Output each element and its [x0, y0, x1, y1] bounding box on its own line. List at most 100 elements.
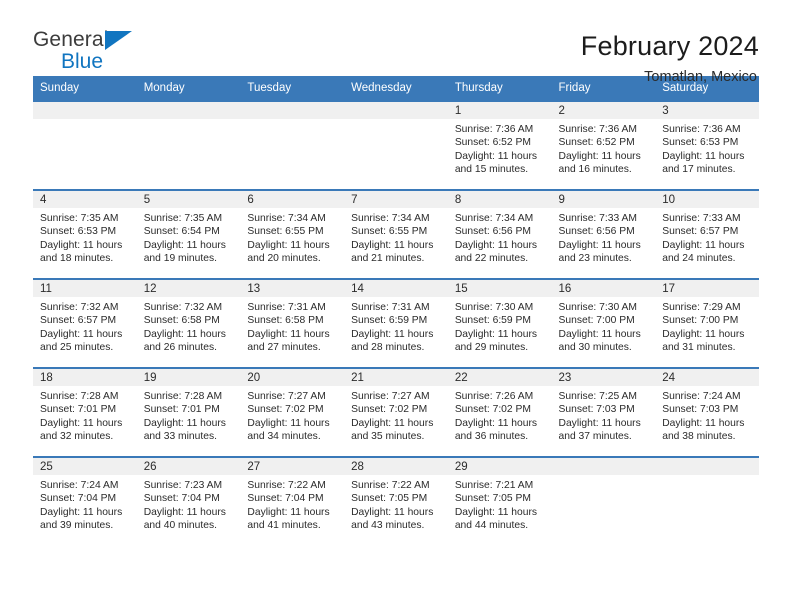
- daylight-duration-line2: and 24 minutes.: [662, 253, 736, 265]
- day-details: Sunrise: 7:31 AM Sunset: 6:58 PM Daylight:…: [240, 297, 344, 355]
- calendar-cell-empty: [240, 100, 345, 190]
- calendar-day-cell[interactable]: 5 Sunrise: 7:35 AM Sunset: 6:54 PM Daylight…: [136, 189, 241, 279]
- calendar-week-row: 4 Sunrise: 7:35 AM Sunset: 6:53 PM Daylight…: [33, 189, 759, 279]
- calendar-day-cell[interactable]: 10 Sunrise: 7:33 AM Sunset: 6:57 PM Dayligh…: [655, 189, 759, 279]
- day-number: 22: [447, 369, 552, 386]
- calendar-day-cell[interactable]: 1 Sunrise: 7:36 AM Sunset: 6:52 PM Daylight…: [447, 100, 552, 190]
- day-details: Sunrise: 7:24 AM Sunset: 7:03 PM Daylight:…: [655, 386, 759, 444]
- daylight-duration-line2: and 41 minutes.: [247, 520, 321, 532]
- daylight-duration-line2: and 40 minutes.: [143, 520, 217, 532]
- day-number: 5: [136, 191, 241, 208]
- daylight-duration-line2: and 18 minutes.: [40, 253, 114, 265]
- calendar-day-cell[interactable]: 9 Sunrise: 7:33 AM Sunset: 6:56 PM Daylight…: [551, 189, 656, 279]
- daylight-duration-line1: Daylight: 11 hours: [351, 328, 434, 340]
- calendar-day-cell[interactable]: 23 Sunrise: 7:25 AM Sunset: 7:03 PM Dayligh…: [551, 367, 656, 457]
- day-details: Sunrise: 7:35 AM Sunset: 6:53 PM Daylight:…: [33, 208, 137, 266]
- logo-text-general: General: [33, 28, 109, 51]
- day-details: Sunrise: 7:34 AM Sunset: 6:55 PM Daylight:…: [240, 208, 344, 266]
- sunset-time: Sunset: 7:04 PM: [40, 493, 117, 505]
- sunrise-time: Sunrise: 7:36 AM: [662, 124, 741, 135]
- calendar-body: 1 Sunrise: 7:36 AM Sunset: 6:52 PM Daylight…: [33, 100, 759, 546]
- day-number: 13: [240, 280, 345, 297]
- day-details: Sunrise: 7:35 AM Sunset: 6:54 PM Daylight:…: [137, 208, 241, 266]
- daylight-duration-line1: Daylight: 11 hours: [351, 239, 434, 251]
- daylight-duration-line2: and 22 minutes.: [454, 253, 529, 265]
- general-blue-logo[interactable]: General Blue: [33, 28, 153, 76]
- calendar-day-cell[interactable]: 19 Sunrise: 7:28 AM Sunset: 7:01 PM Dayligh…: [136, 367, 241, 457]
- calendar-day-cell[interactable]: 11 Sunrise: 7:32 AM Sunset: 6:57 PM Dayligh…: [33, 278, 137, 368]
- calendar-day-cell[interactable]: 24 Sunrise: 7:24 AM Sunset: 7:03 PM Dayligh…: [655, 367, 759, 457]
- daylight-duration-line1: Daylight: 11 hours: [247, 328, 330, 340]
- day-number: 17: [655, 280, 759, 297]
- calendar-day-cell[interactable]: 6 Sunrise: 7:34 AM Sunset: 6:55 PM Daylight…: [240, 189, 345, 279]
- calendar-day-cell[interactable]: 13 Sunrise: 7:31 AM Sunset: 6:58 PM Dayligh…: [240, 278, 345, 368]
- calendar-day-cell[interactable]: 21 Sunrise: 7:27 AM Sunset: 7:02 PM Dayligh…: [344, 367, 448, 457]
- daylight-duration-line1: Daylight: 11 hours: [454, 417, 538, 429]
- calendar-day-cell[interactable]: 7 Sunrise: 7:34 AM Sunset: 6:55 PM Daylight…: [344, 189, 448, 279]
- sunrise-time: Sunrise: 7:34 AM: [247, 213, 326, 224]
- sunset-time: Sunset: 7:01 PM: [143, 404, 220, 416]
- sunset-time: Sunset: 6:58 PM: [247, 315, 324, 327]
- day-number: 23: [551, 369, 656, 386]
- calendar-day-cell[interactable]: 25 Sunrise: 7:24 AM Sunset: 7:04 PM Dayligh…: [33, 456, 137, 546]
- sunrise-time: Sunrise: 7:31 AM: [247, 302, 326, 313]
- sunrise-time: Sunrise: 7:21 AM: [454, 480, 534, 491]
- sunrise-time: Sunrise: 7:36 AM: [558, 124, 637, 135]
- calendar-day-cell[interactable]: 14 Sunrise: 7:31 AM Sunset: 6:59 PM Dayligh…: [344, 278, 448, 368]
- daylight-duration-line2: and 32 minutes.: [40, 431, 114, 443]
- logo-triangle-icon: [105, 31, 132, 50]
- calendar-day-cell[interactable]: 4 Sunrise: 7:35 AM Sunset: 6:53 PM Daylight…: [33, 189, 137, 279]
- sunrise-time: Sunrise: 7:33 AM: [662, 213, 741, 224]
- day-details: Sunrise: 7:27 AM Sunset: 7:02 PM Daylight:…: [240, 386, 344, 444]
- daylight-duration-line1: Daylight: 11 hours: [454, 239, 538, 251]
- day-details: Sunrise: 7:36 AM Sunset: 6:52 PM Daylight:…: [552, 119, 656, 177]
- calendar-day-cell[interactable]: 8 Sunrise: 7:34 AM Sunset: 6:56 PM Daylight…: [447, 189, 552, 279]
- calendar-day-cell[interactable]: 17 Sunrise: 7:29 AM Sunset: 7:00 PM Dayligh…: [655, 278, 759, 368]
- daylight-duration-line2: and 37 minutes.: [558, 431, 632, 443]
- calendar-day-cell[interactable]: 29 Sunrise: 7:21 AM Sunset: 7:05 PM Dayligh…: [447, 456, 552, 546]
- calendar-week-row: 18 Sunrise: 7:28 AM Sunset: 7:01 PM Dayligh…: [33, 367, 759, 457]
- sunrise-time: Sunrise: 7:29 AM: [662, 302, 741, 313]
- calendar-day-cell[interactable]: 18 Sunrise: 7:28 AM Sunset: 7:01 PM Dayligh…: [33, 367, 137, 457]
- sunset-time: Sunset: 6:54 PM: [143, 226, 220, 238]
- weekday-header-sunday: Sunday: [33, 76, 137, 101]
- sunrise-time: Sunrise: 7:27 AM: [351, 391, 430, 402]
- page-title: February 2024: [580, 31, 759, 61]
- daylight-duration-line2: and 43 minutes.: [351, 520, 425, 532]
- day-details: Sunrise: 7:28 AM Sunset: 7:01 PM Daylight:…: [33, 386, 137, 444]
- daylight-duration-line2: and 39 minutes.: [40, 520, 114, 532]
- sunrise-time: Sunrise: 7:22 AM: [247, 480, 326, 491]
- sunset-time: Sunset: 6:56 PM: [558, 226, 635, 238]
- daylight-duration-line1: Daylight: 11 hours: [143, 506, 226, 518]
- calendar-day-cell[interactable]: 26 Sunrise: 7:23 AM Sunset: 7:04 PM Dayligh…: [136, 456, 241, 546]
- sunset-time: Sunset: 6:59 PM: [454, 315, 531, 327]
- day-number: 6: [240, 191, 345, 208]
- calendar-day-cell[interactable]: 28 Sunrise: 7:22 AM Sunset: 7:05 PM Dayligh…: [344, 456, 448, 546]
- day-details: Sunrise: 7:29 AM Sunset: 7:00 PM Daylight:…: [655, 297, 759, 355]
- sunrise-time: Sunrise: 7:33 AM: [558, 213, 637, 224]
- weekday-header-tuesday: Tuesday: [240, 76, 345, 101]
- daylight-duration-line1: Daylight: 11 hours: [40, 506, 123, 518]
- calendar-day-cell[interactable]: 20 Sunrise: 7:27 AM Sunset: 7:02 PM Dayligh…: [240, 367, 345, 457]
- calendar-day-cell[interactable]: 15 Sunrise: 7:30 AM Sunset: 6:59 PM Dayligh…: [447, 278, 552, 368]
- sunrise-time: Sunrise: 7:34 AM: [454, 213, 534, 224]
- sunset-time: Sunset: 6:53 PM: [662, 137, 739, 149]
- calendar-day-cell[interactable]: 27 Sunrise: 7:22 AM Sunset: 7:04 PM Dayligh…: [240, 456, 345, 546]
- daylight-duration-line1: Daylight: 11 hours: [558, 417, 641, 429]
- calendar-day-cell[interactable]: 16 Sunrise: 7:30 AM Sunset: 7:00 PM Dayligh…: [551, 278, 656, 368]
- day-details: Sunrise: 7:34 AM Sunset: 6:55 PM Daylight:…: [344, 208, 448, 266]
- day-details: Sunrise: 7:26 AM Sunset: 7:02 PM Daylight:…: [448, 386, 552, 444]
- sunrise-time: Sunrise: 7:24 AM: [662, 391, 741, 402]
- page-header: General Blue February 2024 Tomatlan, Mex…: [0, 0, 792, 85]
- day-number: 24: [655, 369, 759, 386]
- sunrise-time: Sunrise: 7:25 AM: [558, 391, 637, 402]
- calendar-day-cell[interactable]: 12 Sunrise: 7:32 AM Sunset: 6:58 PM Dayligh…: [136, 278, 241, 368]
- daylight-duration-line1: Daylight: 11 hours: [247, 417, 330, 429]
- day-number: 27: [240, 458, 345, 475]
- calendar-day-cell[interactable]: 3 Sunrise: 7:36 AM Sunset: 6:53 PM Daylight…: [655, 100, 759, 190]
- sunrise-time: Sunrise: 7:24 AM: [40, 480, 119, 491]
- calendar-day-cell[interactable]: 22 Sunrise: 7:26 AM Sunset: 7:02 PM Dayligh…: [447, 367, 552, 457]
- sunrise-time: Sunrise: 7:28 AM: [40, 391, 119, 402]
- daylight-duration-line2: and 29 minutes.: [454, 342, 529, 354]
- calendar-day-cell[interactable]: 2 Sunrise: 7:36 AM Sunset: 6:52 PM Daylight…: [551, 100, 656, 190]
